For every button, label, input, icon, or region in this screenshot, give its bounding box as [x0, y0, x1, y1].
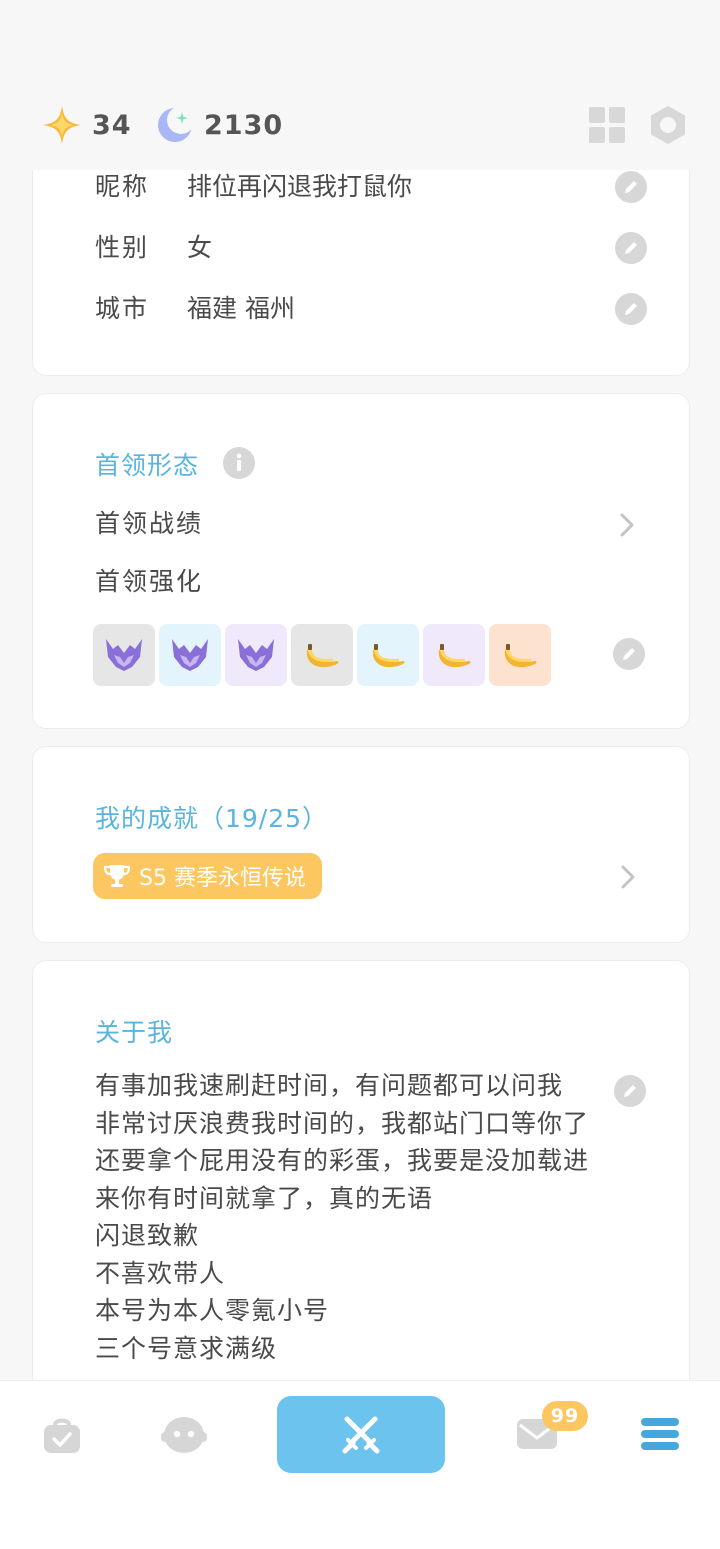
nickname-label: 昵称	[95, 172, 150, 201]
top-bar: 34 2130	[0, 0, 720, 170]
boss-enhance-item[interactable]	[159, 624, 221, 686]
boss-enhance-item[interactable]	[225, 624, 287, 686]
about-me-text: 有事加我速刷赶时间，有问题都可以问我 非常讨厌浪费我时间的，我都站门口等你了还要…	[95, 1071, 590, 1363]
pencil-icon	[625, 181, 637, 193]
crossed-swords-icon	[342, 1416, 380, 1453]
star-currency: 34	[42, 104, 132, 146]
boss-enhance-row: 首领强化	[95, 562, 203, 602]
chevron-right-icon[interactable]	[620, 864, 636, 890]
achievement-badge-label: S5 赛季永恒传说	[139, 866, 306, 891]
boss-enhance-item[interactable]	[93, 624, 155, 686]
trophy-icon	[103, 865, 131, 887]
gender-row: 性别 女	[95, 228, 212, 268]
bottom-nav-bar: 99	[0, 1380, 720, 1549]
achievement-badge: S5 赛季永恒传说	[93, 853, 322, 899]
boss-enhance-item[interactable]	[291, 624, 353, 686]
pencil-icon	[624, 1085, 636, 1097]
boss-enhance-label: 首领强化	[95, 567, 204, 596]
boss-form-card: 首领形态 首领战绩 首领强化	[32, 393, 690, 729]
settings-hexagon-icon[interactable]	[648, 104, 688, 146]
star-icon	[43, 106, 81, 144]
gender-label: 性别	[95, 233, 150, 262]
star-count: 34	[92, 109, 132, 141]
moon-count: 2130	[204, 109, 284, 141]
purple-mask-icon	[104, 637, 144, 673]
banana-icon	[433, 636, 475, 674]
pencil-icon	[625, 242, 637, 254]
menu-icon[interactable]	[640, 1417, 680, 1451]
boss-enhance-item[interactable]	[489, 624, 551, 686]
edit-about-button[interactable]	[614, 1075, 646, 1107]
purple-mask-icon	[236, 637, 276, 673]
moon-currency: 2130	[156, 104, 283, 146]
boss-form-title: 首领形态	[95, 451, 200, 480]
city-label: 城市	[95, 294, 150, 323]
boss-enhance-item[interactable]	[357, 624, 419, 686]
gender-value: 女	[187, 233, 213, 262]
banana-icon	[367, 636, 409, 674]
banana-icon	[301, 636, 343, 674]
nickname-value: 排位再闪退我打鼠你	[187, 172, 413, 201]
purple-mask-icon	[170, 637, 210, 673]
banana-icon	[499, 636, 541, 674]
info-icon[interactable]	[223, 447, 255, 479]
chevron-right-icon[interactable]	[619, 512, 635, 538]
boss-record-label: 首领战绩	[95, 509, 204, 538]
bag-icon[interactable]	[42, 1415, 82, 1455]
edit-city-button[interactable]	[615, 293, 647, 325]
character-icon[interactable]	[160, 1415, 208, 1455]
city-value: 福建 福州	[187, 294, 295, 323]
achievements-title: 我的成就（19/25）	[95, 804, 329, 833]
edit-boss-button[interactable]	[613, 638, 645, 670]
achievements-card[interactable]: 我的成就（19/25） S5 赛季永恒传说	[32, 746, 690, 943]
nickname-row: 昵称 排位再闪退我打鼠你	[95, 167, 412, 207]
edit-gender-button[interactable]	[615, 232, 647, 264]
city-row: 城市 福建 福州	[95, 289, 295, 329]
mail-count-badge: 99	[542, 1401, 588, 1431]
moon-icon	[158, 106, 194, 142]
pencil-icon	[625, 303, 637, 315]
about-me-title: 关于我	[95, 1018, 174, 1047]
edit-nickname-button[interactable]	[615, 171, 647, 203]
pencil-icon	[623, 648, 635, 660]
battle-button[interactable]	[277, 1396, 445, 1473]
grid-icon[interactable]	[589, 107, 625, 143]
boss-record-row[interactable]: 首领战绩	[95, 504, 203, 544]
boss-enhance-item[interactable]	[423, 624, 485, 686]
